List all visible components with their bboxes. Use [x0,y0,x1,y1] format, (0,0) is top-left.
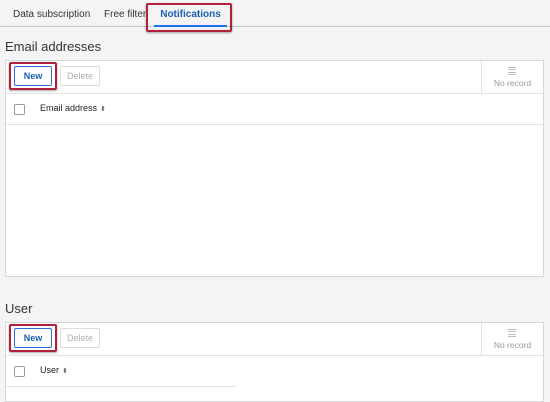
email-addresses-toolbar: New Delete No record [6,61,543,94]
user-panel: New Delete No record User ⬍ [5,322,544,402]
section-title-user: User [5,301,33,316]
email-table-header: Email address ⬍ [6,94,543,125]
column-header-email-address[interactable]: Email address ⬍ [40,103,106,113]
select-all-checkbox[interactable] [14,104,25,115]
select-all-checkbox[interactable] [14,366,25,377]
tab-bar: Data subscription Free filter Notificati… [0,0,550,27]
highlight-box-new-button [9,62,57,90]
no-record-indicator: No record [481,323,543,356]
highlight-box-new-button [9,324,57,352]
column-header-user[interactable]: User ⬍ [40,365,68,375]
user-table-header: User ⬍ [6,356,236,387]
delete-email-button[interactable]: Delete [60,66,100,86]
sort-icon[interactable]: ⬍ [62,368,68,375]
column-header-label: User [40,365,60,375]
delete-user-button[interactable]: Delete [60,328,100,348]
sort-icon[interactable]: ⬍ [100,106,106,113]
no-record-indicator: No record [481,61,543,94]
section-title-email-addresses: Email addresses [5,39,102,54]
user-toolbar: New Delete No record [6,323,543,356]
tab-free-filter[interactable]: Free filter [104,0,146,27]
email-addresses-panel: New Delete No record Email address ⬍ [5,60,544,277]
column-header-label: Email address [40,103,98,113]
tab-data-subscription[interactable]: Data subscription [13,0,90,27]
list-icon [508,67,516,75]
no-record-label: No record [493,340,532,350]
list-icon [508,329,516,337]
no-record-label: No record [493,78,532,88]
highlight-box-notifications-tab [146,3,232,32]
